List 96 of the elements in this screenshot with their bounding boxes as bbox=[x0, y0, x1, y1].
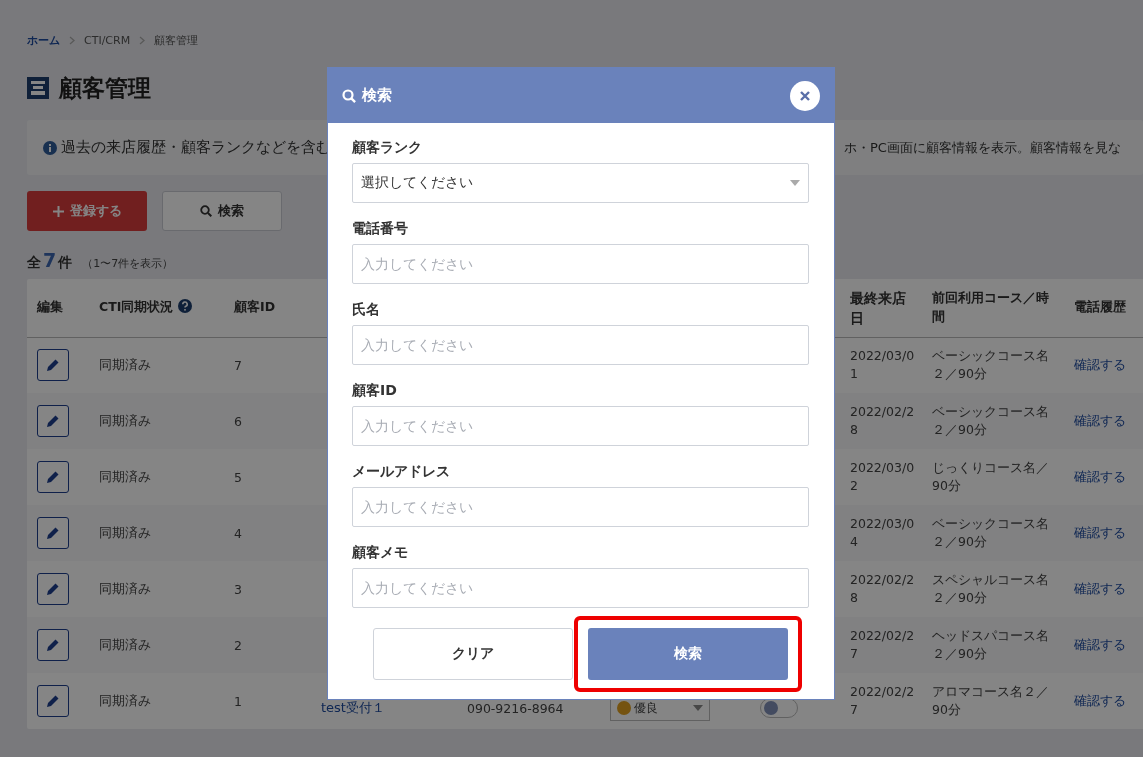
edit-button[interactable] bbox=[37, 573, 69, 605]
customer-id: 3 bbox=[234, 581, 242, 597]
call-history-link[interactable]: 確認する bbox=[1074, 468, 1126, 484]
course-name: アロマコース名２／90分 bbox=[932, 683, 1049, 717]
field-label: メールアドレス bbox=[352, 463, 451, 481]
column-header: 電話履歴 bbox=[1074, 299, 1126, 315]
edit-button[interactable] bbox=[37, 405, 69, 437]
sync-status: 同期済み bbox=[99, 580, 151, 596]
breadcrumb-item: CTI/CRM bbox=[84, 33, 131, 47]
page-title: 顧客管理 bbox=[59, 73, 151, 103]
call-history-link[interactable]: 確認する bbox=[1074, 636, 1126, 652]
course-name: ヘッドスパコース名２／90分 bbox=[932, 627, 1049, 661]
info-icon bbox=[43, 140, 57, 155]
column-header: 最終来店日 bbox=[850, 289, 906, 326]
rank-select-field[interactable]: 選択してください bbox=[352, 163, 809, 203]
notice-text: ホ・PC画面に顧客情報を表示。顧客情報を見な bbox=[844, 138, 1121, 157]
field-label: 電話番号 bbox=[352, 220, 409, 238]
dialog-title: 検索 bbox=[362, 86, 392, 105]
sync-status: 同期済み bbox=[99, 692, 151, 708]
pencil-icon bbox=[46, 582, 60, 596]
plus-icon bbox=[52, 205, 64, 217]
pencil-icon bbox=[46, 638, 60, 652]
sync-status: 同期済み bbox=[99, 468, 151, 484]
field-label: 氏名 bbox=[352, 301, 381, 319]
input-field[interactable]: 入力してください bbox=[352, 244, 809, 284]
chevron-icon bbox=[69, 35, 75, 45]
pencil-icon bbox=[46, 470, 60, 484]
register-button[interactable]: 登録する bbox=[27, 191, 147, 231]
caret-icon bbox=[790, 180, 800, 186]
column-header: CTI同期状況 bbox=[99, 299, 174, 315]
customer-id: 2 bbox=[234, 637, 242, 653]
last-visit-date: 2022/02/27 bbox=[850, 627, 915, 661]
edit-button[interactable] bbox=[37, 349, 69, 382]
search-button[interactable]: 検索 bbox=[162, 191, 282, 231]
sync-status: 同期済み bbox=[99, 524, 151, 540]
edit-button[interactable] bbox=[37, 685, 69, 717]
field-label: 顧客メモ bbox=[352, 544, 409, 562]
column-header: 顧客ID bbox=[234, 299, 276, 315]
field-label: 顧客ランク bbox=[352, 139, 423, 157]
input-field[interactable]: 入力してください bbox=[352, 568, 809, 608]
call-history-link[interactable]: 確認する bbox=[1074, 580, 1126, 596]
course-name: ベーシックコース名２／90分 bbox=[932, 515, 1049, 549]
pencil-icon bbox=[46, 358, 60, 373]
search-icon bbox=[342, 88, 356, 103]
customer-id: 4 bbox=[234, 525, 242, 541]
pencil-icon bbox=[46, 694, 60, 708]
search-icon bbox=[200, 205, 212, 217]
breadcrumb-link[interactable]: ホーム bbox=[27, 32, 60, 48]
search-submit-button[interactable]: 検索 bbox=[588, 628, 788, 680]
close-button[interactable] bbox=[790, 80, 820, 111]
sync-status: 同期済み bbox=[99, 636, 151, 652]
course-name: ベーシックコース名２／90分 bbox=[932, 403, 1049, 437]
last-visit-date: 2022/03/04 bbox=[850, 515, 915, 549]
edit-button[interactable] bbox=[37, 629, 69, 661]
customer-id: 5 bbox=[234, 469, 242, 485]
customer-id: 6 bbox=[234, 413, 242, 429]
customer-name-link[interactable]: test受付１ bbox=[321, 700, 385, 715]
edit-button[interactable] bbox=[37, 517, 69, 549]
count-range: （1〜7件を表示） bbox=[82, 256, 174, 271]
customer-list-icon bbox=[27, 77, 49, 99]
customer-id: 7 bbox=[234, 357, 242, 373]
help-icon bbox=[178, 299, 193, 314]
last-visit-date: 2022/02/28 bbox=[850, 571, 915, 605]
toggle-switch[interactable] bbox=[760, 698, 798, 718]
customer-id: 1 bbox=[234, 693, 242, 709]
call-history-link[interactable]: 確認する bbox=[1074, 356, 1126, 372]
count-label: 件 bbox=[58, 254, 73, 272]
last-visit-date: 2022/03/01 bbox=[850, 348, 915, 382]
sync-status: 同期済み bbox=[99, 356, 151, 372]
last-visit-date: 2022/02/27 bbox=[850, 683, 915, 717]
column-header: 編集 bbox=[37, 299, 63, 315]
call-history-link[interactable]: 確認する bbox=[1074, 692, 1126, 708]
edit-button[interactable] bbox=[37, 461, 69, 493]
call-history-link[interactable]: 確認する bbox=[1074, 524, 1126, 540]
last-visit-date: 2022/03/02 bbox=[850, 459, 915, 493]
course-name: スペシャルコース名２／90分 bbox=[932, 571, 1049, 605]
field-label: 顧客ID bbox=[352, 382, 398, 400]
pencil-icon bbox=[46, 526, 60, 540]
count-label: 全 bbox=[27, 254, 41, 272]
chevron-icon bbox=[139, 35, 146, 45]
last-visit-date: 2022/02/28 bbox=[850, 403, 915, 437]
course-name: じっくりコース名／90分 bbox=[932, 459, 1049, 493]
pencil-icon bbox=[46, 414, 60, 428]
result-count: 7 bbox=[43, 249, 57, 271]
column-header: 前回利用コース／時間 bbox=[932, 290, 1049, 324]
call-history-link[interactable]: 確認する bbox=[1074, 412, 1126, 428]
course-name: ベーシックコース名２／90分 bbox=[932, 348, 1049, 382]
sync-status: 同期済み bbox=[99, 412, 151, 428]
close-icon bbox=[800, 90, 810, 101]
input-field[interactable]: 入力してください bbox=[352, 325, 809, 365]
breadcrumb-item: 顧客管理 bbox=[154, 32, 199, 48]
input-field[interactable]: 入力してください bbox=[352, 487, 809, 527]
clear-button[interactable]: クリア bbox=[373, 628, 573, 680]
caret-icon bbox=[693, 705, 703, 711]
phone-number: 090-9216-8964 bbox=[467, 700, 564, 716]
input-field[interactable]: 入力してください bbox=[352, 406, 809, 446]
